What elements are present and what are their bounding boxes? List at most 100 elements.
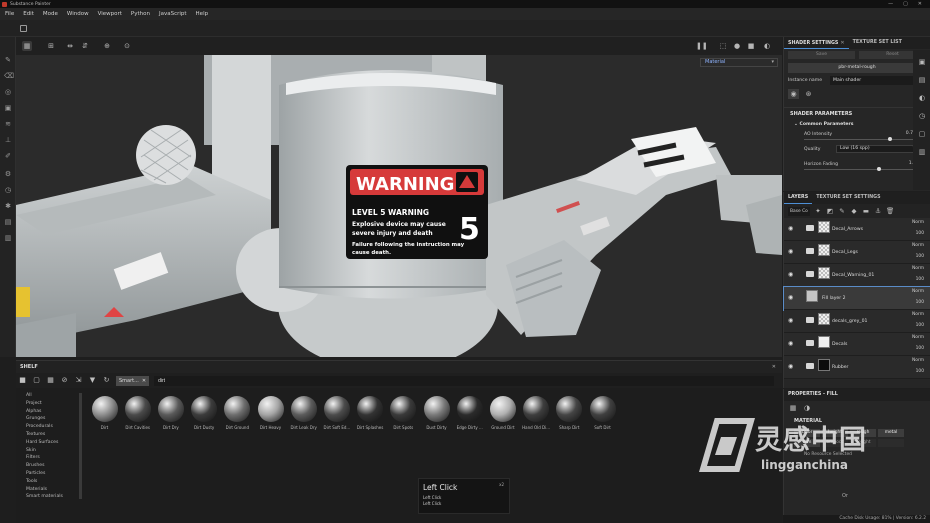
shelf-asset[interactable]: Edge Dirty ... <box>453 396 486 441</box>
folder-icon[interactable] <box>806 271 814 277</box>
grid-view-icon[interactable]: ▦ <box>22 41 32 51</box>
display-icon[interactable]: ◐ <box>918 94 926 102</box>
shelf-filter-tag[interactable]: Smart... ✕ <box>116 375 150 386</box>
shelf-category[interactable]: Project <box>16 401 82 409</box>
shelf-category[interactable]: Tools <box>16 479 82 487</box>
layer-blend-mode[interactable]: Norm <box>912 266 924 271</box>
refresh-icon[interactable]: ↻ <box>102 376 111 385</box>
tab-layers[interactable]: LAYERS <box>784 192 813 204</box>
layer-row[interactable]: ◉ Decal_Warning_01 Norm 100 <box>784 264 930 287</box>
menu-help[interactable]: Help <box>196 11 209 17</box>
shelf-asset[interactable]: Dirt Ground <box>221 396 254 441</box>
shelf-asset[interactable]: Hand Old Di... <box>520 396 553 441</box>
add-icon[interactable]: ⊕ <box>102 41 112 51</box>
tab-texture-set-list[interactable]: TEXTURE SET LIST <box>849 37 906 49</box>
layer-opacity[interactable]: 100 <box>916 300 924 305</box>
instance-name-input[interactable]: Main shader <box>830 76 926 85</box>
visibility-eye-icon[interactable]: ◉ <box>788 248 793 255</box>
layout-grid-icon[interactable]: ⊞ <box>46 41 56 51</box>
add-fill-layer-icon[interactable]: ◆ <box>850 207 858 216</box>
shelf-category[interactable]: Textures <box>16 432 82 440</box>
log-icon[interactable]: ▤ <box>4 218 12 226</box>
shelf-tag-close-icon[interactable]: ✕ <box>142 376 146 386</box>
folder-icon[interactable] <box>806 317 814 323</box>
shelf-asset[interactable]: Dirt Soft Ed... <box>320 396 353 441</box>
shelf-category[interactable]: Brushes <box>16 463 82 471</box>
material-picker-icon[interactable]: ✐ <box>4 152 12 160</box>
layer-thumbnail[interactable] <box>806 290 818 302</box>
layer-thumbnail[interactable] <box>818 244 830 256</box>
pause-icon[interactable]: ❚❚ <box>696 41 708 51</box>
layer-row[interactable]: ◉ decals_grey_01 Norm 100 <box>784 310 930 333</box>
viewport-3d[interactable]: WARNING LEVEL 5 WARNING Explosive device… <box>16 55 782 357</box>
menu-python[interactable]: Python <box>131 11 150 17</box>
effects-icon[interactable]: ✦ <box>814 207 822 216</box>
folder-icon[interactable] <box>806 363 814 369</box>
shelf-asset[interactable]: Soft Dirt <box>586 396 619 441</box>
shelf-asset[interactable]: Dirt Spots <box>387 396 420 441</box>
shelf-category[interactable]: Particles <box>16 471 82 479</box>
settings-icon[interactable]: ✱ <box>4 202 12 210</box>
folder-icon[interactable] <box>806 225 814 231</box>
visibility-eye-icon[interactable]: ◉ <box>788 271 793 278</box>
shelf-asset[interactable]: Dirt <box>88 396 121 441</box>
folder-icon[interactable] <box>806 340 814 346</box>
docs-icon[interactable]: ▥ <box>4 234 12 242</box>
filter-icon[interactable]: ▼ <box>88 376 97 385</box>
shelf-asset[interactable]: Dirt Splashes <box>354 396 387 441</box>
projection-icon[interactable]: ◎ <box>4 88 12 96</box>
camera-icon[interactable]: ■ <box>746 41 756 51</box>
layer-blend-mode[interactable]: Norm <box>912 243 924 248</box>
visibility-eye-icon[interactable]: ◉ <box>788 317 793 324</box>
menu-javascript[interactable]: JavaScript <box>159 11 187 17</box>
layer-opacity[interactable]: 100 <box>916 254 924 259</box>
menu-file[interactable]: File <box>5 11 14 17</box>
ao-intensity-slider[interactable] <box>804 139 918 140</box>
shelf-asset[interactable]: Dirt Heavy <box>254 396 287 441</box>
layer-row[interactable]: ◉ Decal_Arrows Norm 100 <box>784 218 930 241</box>
shelf-close-icon[interactable]: ✕ <box>772 364 776 370</box>
shelf-category[interactable]: Filters <box>16 455 82 463</box>
calendar-icon[interactable]: ▦ <box>46 376 55 385</box>
shader-tess-icon[interactable]: ⊛ <box>803 89 814 99</box>
visibility-eye-icon[interactable]: ◉ <box>788 340 793 347</box>
folder-icon[interactable]: ■ <box>18 376 27 385</box>
add-mask-icon[interactable]: ◩ <box>826 207 834 216</box>
shader-save-button[interactable]: Save <box>788 51 855 59</box>
clone-stamp-icon[interactable]: ⊥ <box>4 136 12 144</box>
layer-blend-mode[interactable]: Norm <box>912 335 924 340</box>
smudge-icon[interactable]: ≋ <box>4 120 12 128</box>
log-panel-icon[interactable]: ▥ <box>918 148 926 156</box>
visibility-eye-icon[interactable]: ◉ <box>788 294 793 301</box>
menu-window[interactable]: Window <box>67 11 89 17</box>
geometry-mask-icon[interactable]: ▣ <box>4 104 12 112</box>
minimize-button[interactable]: — <box>888 1 893 7</box>
layer-thumbnail[interactable] <box>818 313 830 325</box>
import-icon[interactable]: ⇲ <box>74 376 83 385</box>
layer-opacity[interactable]: 100 <box>916 277 924 282</box>
shader-params-icon[interactable]: ◉ <box>788 89 799 99</box>
tab-shader-settings[interactable]: SHADER SETTINGS ✕ <box>784 37 849 49</box>
shelf-category[interactable]: Smart materials <box>16 494 82 502</box>
shelf-asset[interactable]: Dirt Dusty <box>188 396 221 441</box>
paint-brush-icon[interactable]: ✎ <box>4 56 12 64</box>
layer-opacity[interactable]: 100 <box>916 231 924 236</box>
camera-panel-icon[interactable]: ▢ <box>918 130 926 138</box>
visibility-eye-icon[interactable]: ◉ <box>788 225 793 232</box>
horizon-fading-handle[interactable] <box>876 167 881 171</box>
viewport-material-select[interactable]: Material <box>700 58 778 67</box>
layer-thumbnail[interactable] <box>818 336 830 348</box>
layer-row[interactable]: ◉ Decals Norm 100 <box>784 333 930 356</box>
layer-opacity[interactable]: 100 <box>916 323 924 328</box>
shelf-category[interactable]: Procedurals <box>16 424 82 432</box>
add-folder-icon[interactable]: ▬ <box>862 207 870 216</box>
layer-blend-mode[interactable]: Norm <box>912 312 924 317</box>
layer-blend-mode[interactable]: Norm <box>912 289 924 294</box>
shelf-asset[interactable]: Dirt Dry <box>154 396 187 441</box>
screenshot-icon[interactable]: ⬚ <box>718 41 728 51</box>
folder-icon[interactable] <box>806 248 814 254</box>
shelf-categories-scrollbar[interactable] <box>79 393 82 499</box>
shelf-asset[interactable]: Dust Dirty <box>420 396 453 441</box>
layer-blend-mode[interactable]: Norm <box>912 220 924 225</box>
menu-mode[interactable]: Mode <box>43 11 58 17</box>
